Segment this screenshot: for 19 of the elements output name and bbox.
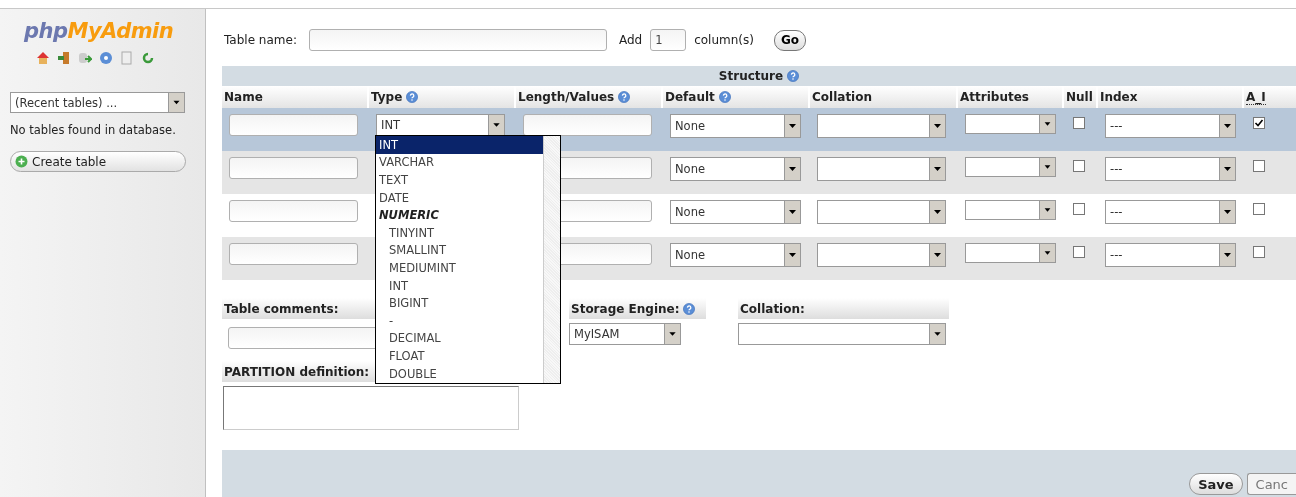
add-label: Add bbox=[618, 33, 643, 47]
column-label: Length/Values bbox=[518, 90, 615, 104]
column-label: Name bbox=[224, 90, 263, 104]
logo-text: phpMyAdmin bbox=[24, 19, 174, 43]
column-label: Index bbox=[1100, 90, 1138, 104]
column-label: Default bbox=[665, 90, 715, 104]
partition-label: PARTITION definition: bbox=[224, 364, 370, 379]
column-label: Collation bbox=[812, 90, 872, 104]
columns-label: column(s) bbox=[694, 33, 754, 47]
table-comments-label: Table comments: bbox=[224, 301, 339, 316]
column-label: Type bbox=[371, 90, 403, 104]
storage-engine-label: Storage Engine: bbox=[571, 301, 680, 316]
structure-title: Structure bbox=[718, 69, 784, 83]
column-label: Attributes bbox=[960, 90, 1029, 104]
no-tables-message: No tables found in database. bbox=[10, 123, 176, 137]
column-label: Null bbox=[1066, 90, 1093, 104]
collation-label: Collation: bbox=[740, 301, 805, 316]
column-label: A_I bbox=[1246, 89, 1266, 105]
table-name-label: Table name: bbox=[224, 33, 297, 47]
